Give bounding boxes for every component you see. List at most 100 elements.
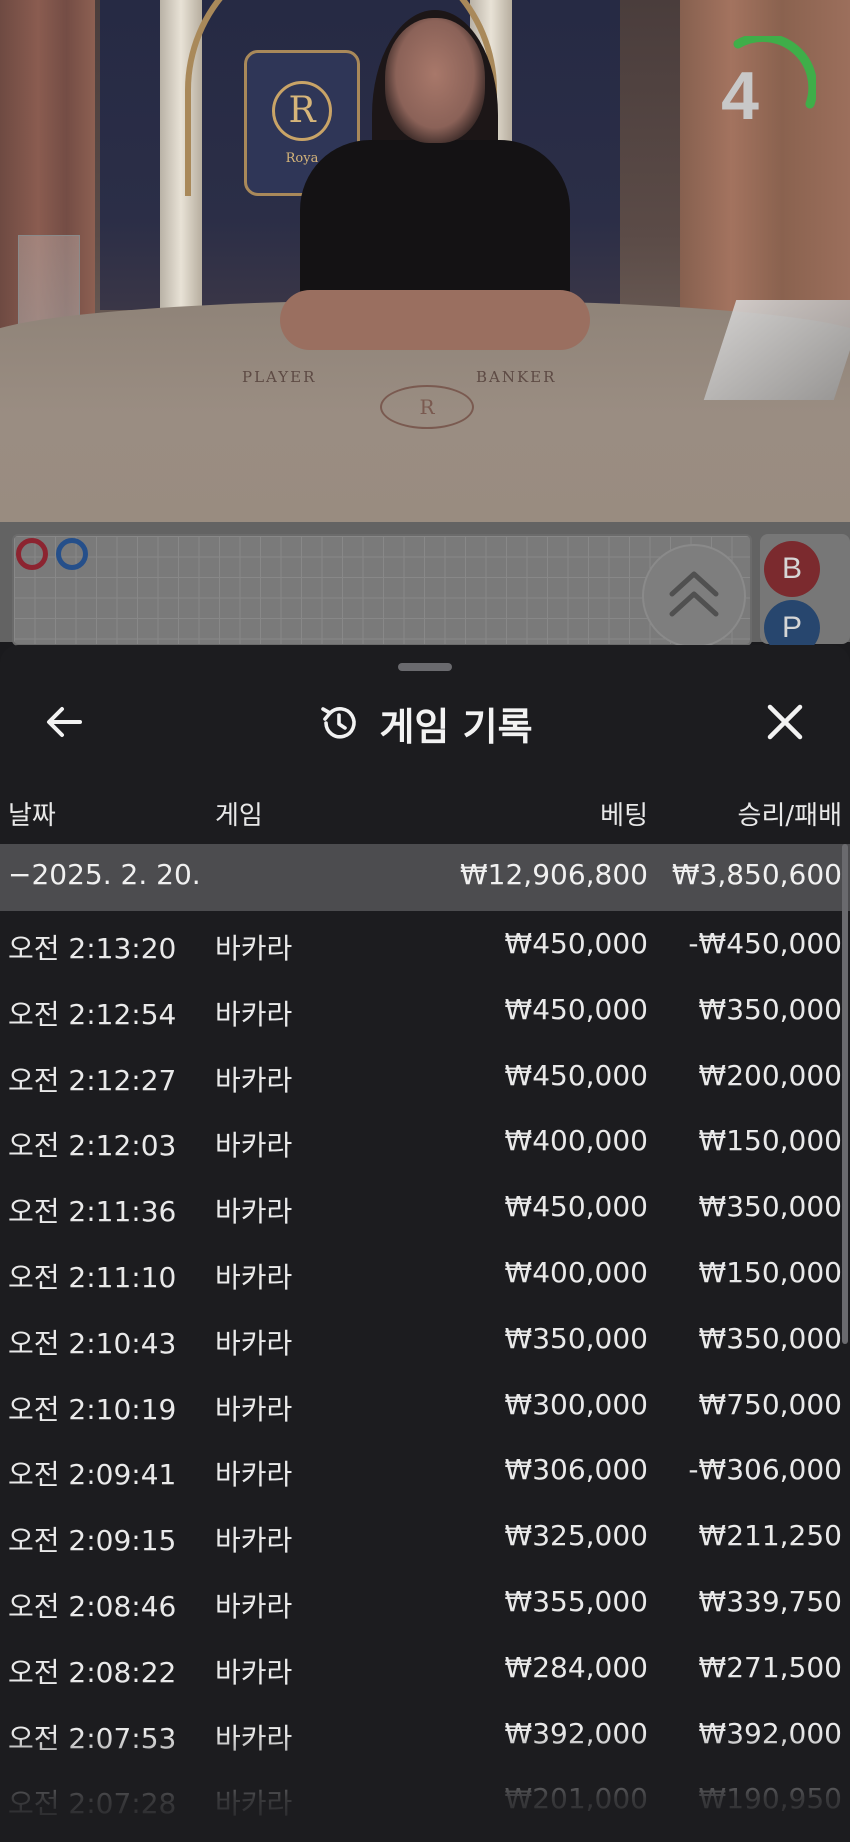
- history-row[interactable]: 오전 2:07:28 바카라 ₩201,000 ₩190,950: [0, 1766, 850, 1832]
- row-bet: ₩325,000: [504, 1519, 648, 1553]
- column-header-date: 날짜: [8, 801, 56, 831]
- live-video: R Roya PLAYER BANKER R 4: [0, 0, 850, 522]
- game-history-sheet: 게임 기록 날짜 게임 베팅 승리/패배 −2025. 2. 20. ₩12,9…: [0, 645, 850, 1842]
- row-bet: ₩284,000: [504, 1650, 648, 1684]
- history-icon: [321, 707, 357, 739]
- row-game: 바카라: [215, 1589, 293, 1623]
- drag-handle[interactable]: [398, 663, 452, 671]
- row-time: 오전 2:11:36: [8, 1195, 177, 1229]
- row-result: ₩350,000: [698, 992, 842, 1026]
- row-result: ₩339,750: [698, 1584, 842, 1618]
- row-result: ₩350,000: [698, 1190, 842, 1224]
- countdown-timer-value: 4: [721, 58, 759, 134]
- bead-banker: [16, 538, 48, 570]
- row-time: 오전 2:12:27: [8, 1063, 177, 1097]
- banker-predict-button[interactable]: B: [764, 541, 820, 597]
- row-result: ₩150,000: [698, 1124, 842, 1158]
- card-holder: [18, 235, 80, 327]
- row-time: 오전 2:07:53: [8, 1721, 177, 1755]
- history-row[interactable]: 오전 2:09:41 바카라 ₩306,000 -₩306,000: [0, 1437, 850, 1503]
- column-header-game: 게임: [215, 801, 263, 831]
- row-bet: ₩300,000: [504, 1387, 648, 1421]
- history-row[interactable]: 오전 2:12:03 바카라 ₩400,000 ₩150,000: [0, 1108, 850, 1174]
- row-bet: ₩201,000: [504, 1782, 648, 1816]
- bead-player: [56, 538, 88, 570]
- row-result: -₩306,000: [688, 1453, 842, 1487]
- row-game: 바카라: [215, 1524, 293, 1558]
- row-result: ₩190,950: [698, 1782, 842, 1816]
- row-bet: ₩450,000: [504, 927, 648, 960]
- history-row[interactable]: 오전 2:11:36 바카라 ₩450,000 ₩350,000: [0, 1174, 850, 1240]
- history-row[interactable]: 오전 2:07:53 바카라 ₩392,000 ₩392,000: [0, 1701, 850, 1767]
- row-time: 오전 2:11:10: [8, 1260, 177, 1294]
- bead-road-grid: [12, 534, 752, 646]
- row-bet: ₩450,000: [504, 1190, 648, 1224]
- double-chevron-up-icon: [669, 571, 719, 617]
- row-game: 바카라: [215, 1392, 293, 1426]
- row-game: 바카라: [215, 1787, 293, 1821]
- column-header-win-loss: 승리/패배: [737, 801, 842, 831]
- history-row[interactable]: 오전 2:10:43 바카라 ₩350,000 ₩350,000: [0, 1306, 850, 1372]
- dealer-arms: [280, 290, 590, 350]
- summary-date: −2025. 2. 20.: [8, 858, 201, 891]
- row-game: 바카라: [215, 1721, 293, 1755]
- history-row[interactable]: 오전 2:11:10 바카라 ₩400,000 ₩150,000: [0, 1240, 850, 1306]
- row-game: 바카라: [215, 1326, 293, 1360]
- row-game: 바카라: [215, 1063, 293, 1097]
- row-result: -₩450,000: [688, 927, 842, 960]
- row-time: 오전 2:10:43: [8, 1326, 177, 1360]
- row-time: 오전 2:12:03: [8, 1129, 177, 1163]
- row-time: 오전 2:13:20: [8, 932, 177, 965]
- row-bet: ₩350,000: [504, 1321, 648, 1355]
- history-list: 오전 2:13:20 바카라 ₩450,000 -₩450,000 오전 2:12:5…: [0, 911, 850, 1832]
- table-logo: R: [380, 385, 474, 429]
- history-row[interactable]: 오전 2:12:27 바카라 ₩450,000 ₩200,000: [0, 1043, 850, 1109]
- history-row[interactable]: 오전 2:10:19 바카라 ₩300,000 ₩750,000: [0, 1372, 850, 1438]
- row-game: 바카라: [215, 1458, 293, 1492]
- row-bet: ₩392,000: [504, 1716, 648, 1750]
- row-game: 바카라: [215, 1195, 293, 1229]
- column-header-bet: 베팅: [600, 801, 648, 831]
- history-row[interactable]: 오전 2:12:54 바카라 ₩450,000 ₩350,000: [0, 977, 850, 1043]
- row-result: ₩750,000: [698, 1387, 842, 1421]
- row-time: 오전 2:08:22: [8, 1655, 177, 1689]
- crest-word: Roya: [285, 150, 319, 166]
- sheet-header: 게임 기록: [0, 693, 850, 753]
- history-row[interactable]: 오전 2:13:20 바카라 ₩450,000 -₩450,000: [0, 911, 850, 977]
- row-bet: ₩355,000: [504, 1584, 648, 1618]
- history-row[interactable]: 오전 2:08:46 바카라 ₩355,000 ₩339,750: [0, 1569, 850, 1635]
- summary-bet-total: ₩12,906,800: [459, 858, 648, 891]
- row-result: ₩150,000: [698, 1255, 842, 1289]
- summary-win-total: ₩3,850,600: [671, 858, 842, 891]
- row-bet: ₩306,000: [504, 1453, 648, 1487]
- expand-roadmap-button[interactable]: [642, 544, 746, 648]
- row-bet: ₩450,000: [504, 992, 648, 1026]
- row-result: ₩392,000: [698, 1716, 842, 1750]
- row-time: 오전 2:09:41: [8, 1458, 177, 1492]
- date-summary-row[interactable]: −2025. 2. 20. ₩12,906,800 ₩3,850,600: [0, 844, 850, 911]
- table-banker-label: BANKER: [476, 368, 557, 386]
- history-row[interactable]: 오전 2:08:22 바카라 ₩284,000 ₩271,500: [0, 1635, 850, 1701]
- dealer-head: [385, 18, 485, 143]
- history-row[interactable]: 오전 2:09:15 바카라 ₩325,000 ₩211,250: [0, 1503, 850, 1569]
- row-game: 바카라: [215, 1129, 293, 1163]
- row-time: 오전 2:08:46: [8, 1589, 177, 1623]
- row-result: ₩271,500: [698, 1650, 842, 1684]
- row-result: ₩211,250: [698, 1519, 842, 1553]
- history-scrollbar[interactable]: [842, 844, 848, 1344]
- table-player-label: PLAYER: [242, 368, 317, 386]
- close-button[interactable]: [760, 697, 810, 747]
- row-bet: ₩400,000: [504, 1124, 648, 1158]
- row-result: ₩350,000: [698, 1321, 842, 1355]
- row-bet: ₩400,000: [504, 1255, 648, 1289]
- row-game: 바카라: [215, 1260, 293, 1294]
- row-time: 오전 2:12:54: [8, 997, 177, 1031]
- row-game: 바카라: [215, 997, 293, 1031]
- row-game: 바카라: [215, 932, 293, 965]
- row-time: 오전 2:10:19: [8, 1392, 177, 1426]
- close-icon: [767, 704, 803, 740]
- row-time: 오전 2:07:28: [8, 1787, 177, 1821]
- row-time: 오전 2:09:15: [8, 1524, 177, 1558]
- row-game: 바카라: [215, 1655, 293, 1689]
- sheet-title: 게임 기록: [379, 704, 533, 749]
